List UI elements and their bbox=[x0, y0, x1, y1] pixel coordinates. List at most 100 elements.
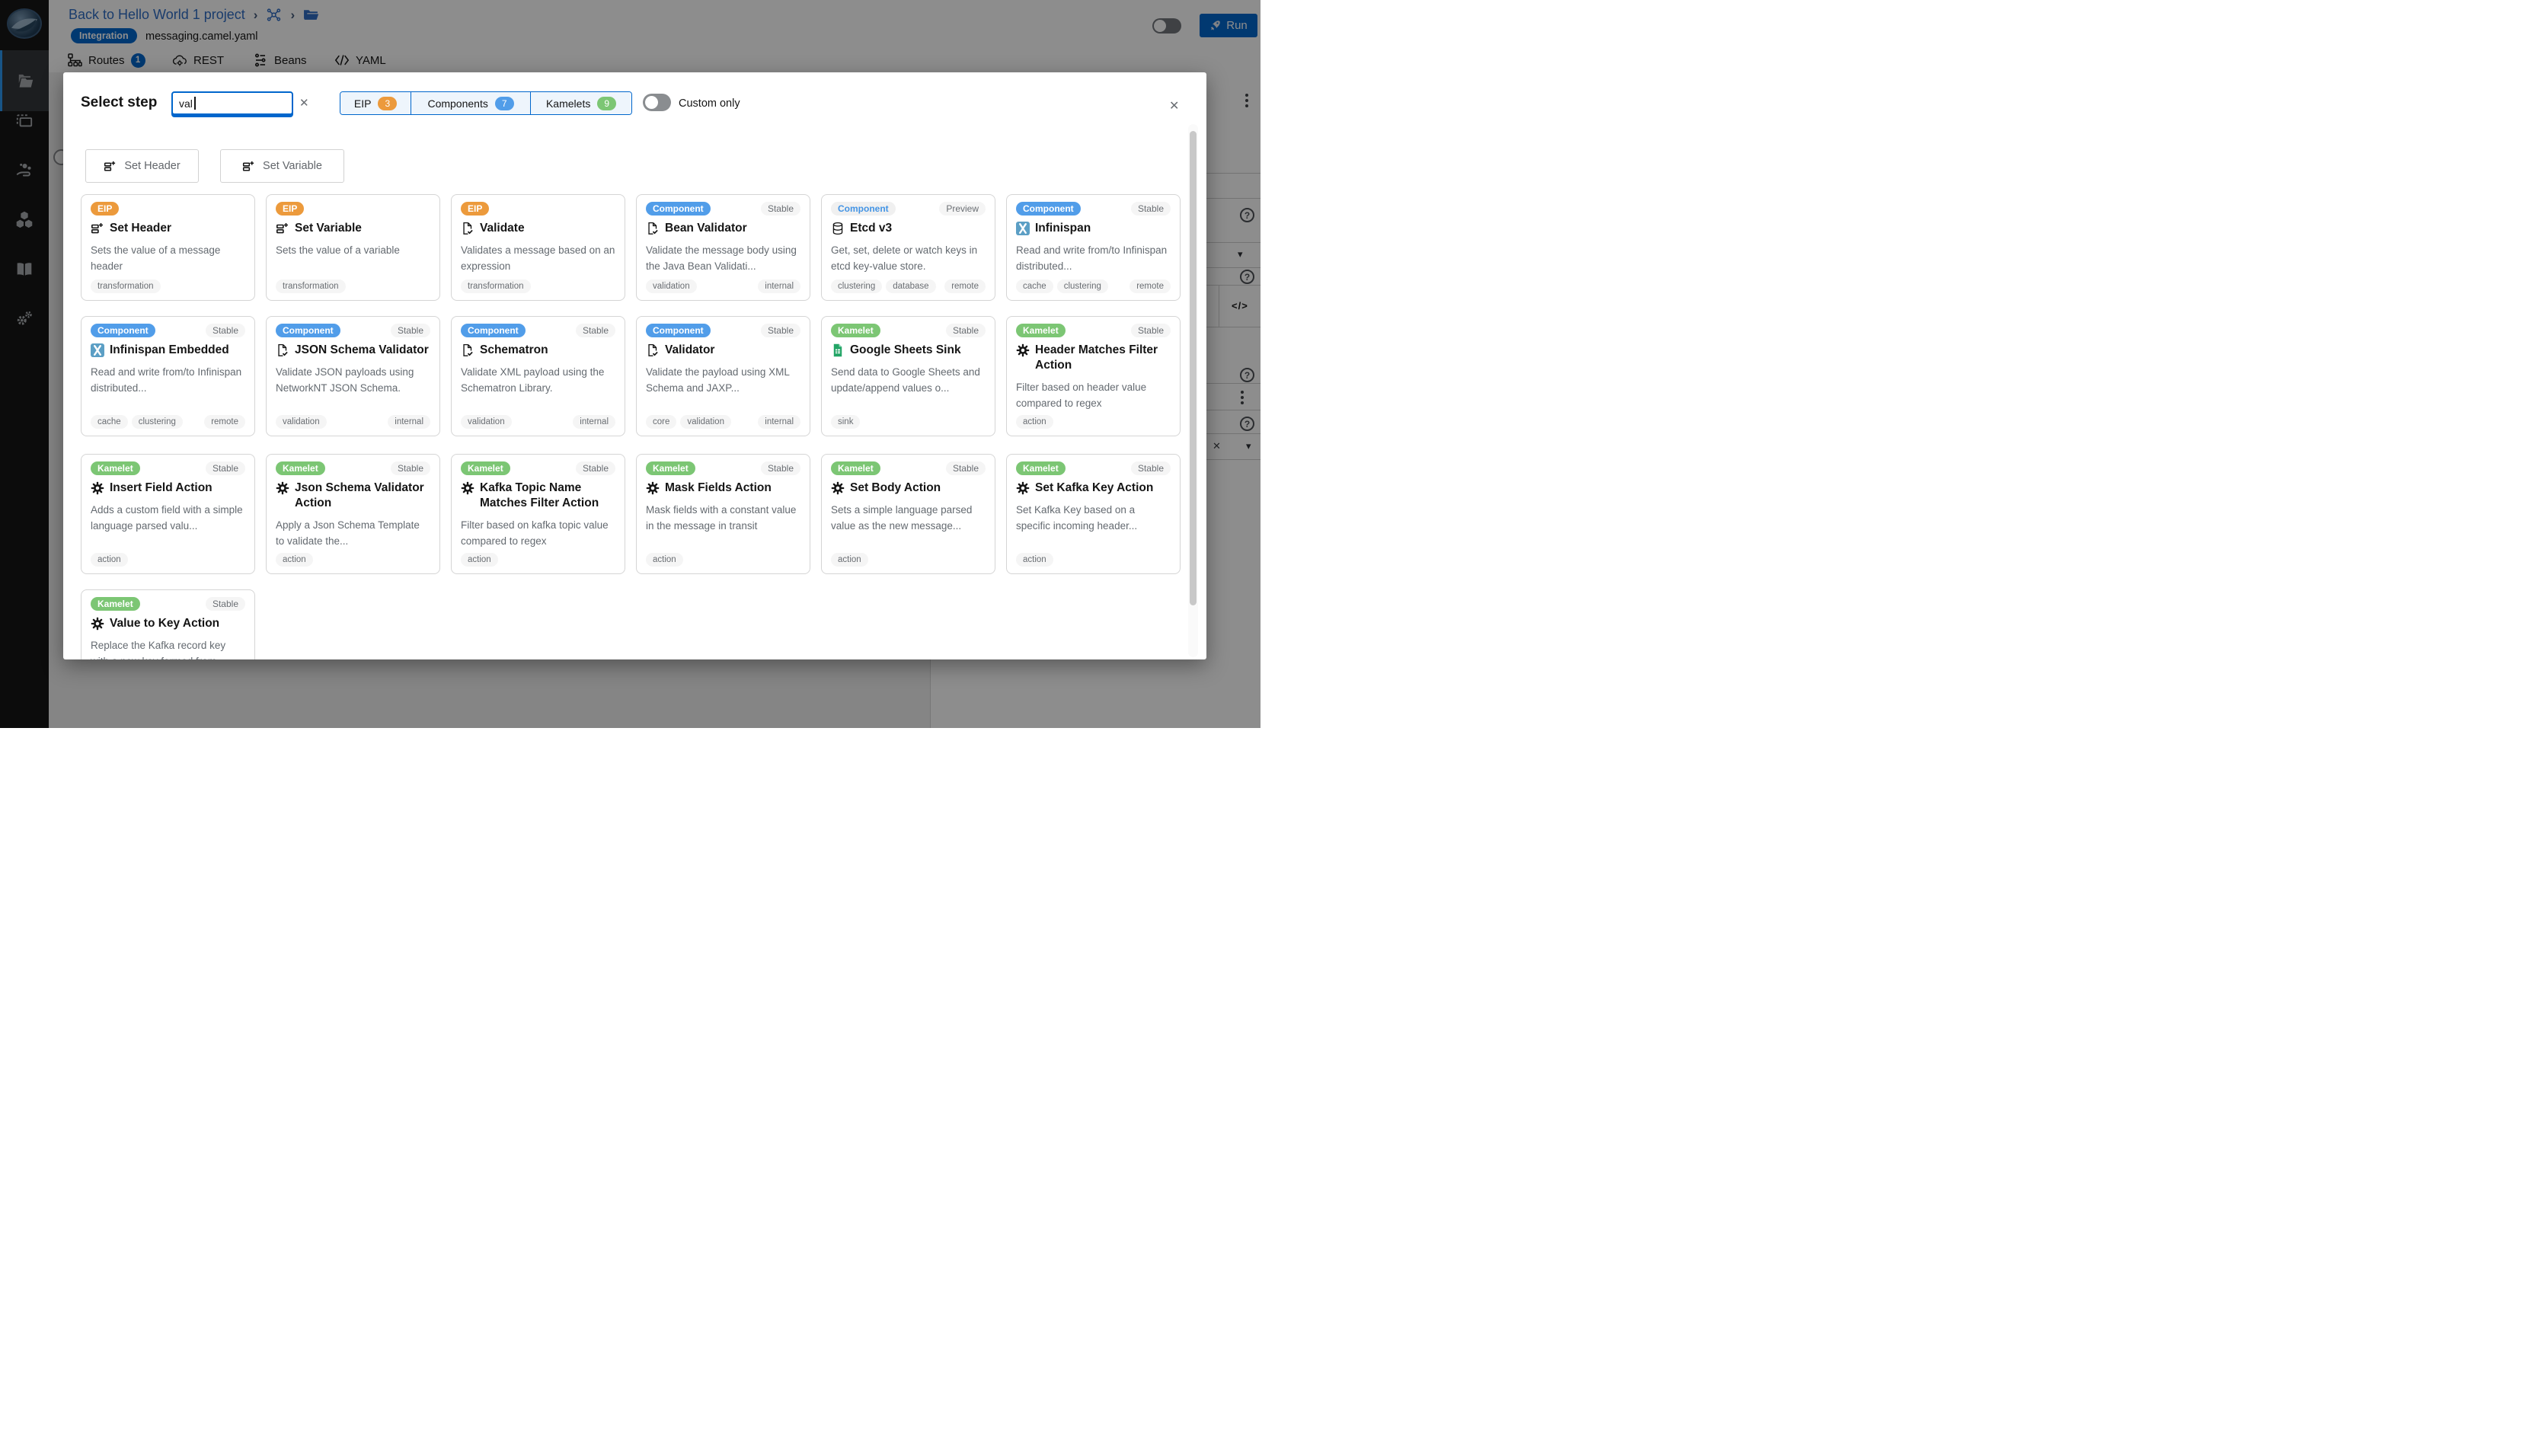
card-label: cache bbox=[91, 415, 128, 429]
card-label: cache bbox=[1016, 279, 1053, 293]
step-card[interactable]: ComponentStableInfinispan EmbeddedRead a… bbox=[81, 316, 255, 436]
card-title: Set Variable bbox=[295, 221, 362, 236]
card-description: Sets the value of a variable bbox=[276, 242, 430, 258]
step-card[interactable]: KameletStableHeader Matches Filter Actio… bbox=[1006, 316, 1181, 436]
card-description: Read and write from/to Infinispan distri… bbox=[1016, 242, 1171, 274]
set-header-icon bbox=[242, 160, 255, 173]
card-type-badge: Component bbox=[646, 202, 711, 216]
filter-eip[interactable]: EIP3 bbox=[340, 92, 411, 114]
card-title: Value to Key Action bbox=[110, 616, 219, 631]
card-header: ComponentStable bbox=[646, 324, 800, 337]
card-label: sink bbox=[831, 415, 860, 429]
doc-check-icon bbox=[276, 343, 289, 357]
scrollbar-thumb[interactable] bbox=[1190, 131, 1197, 605]
card-type-badge: Kamelet bbox=[1016, 324, 1066, 337]
card-labels: validationinternal bbox=[276, 415, 430, 429]
card-title-row: Kafka Topic Name Matches Filter Action bbox=[461, 481, 615, 511]
card-title-row: Validator bbox=[646, 343, 800, 358]
card-label: transformation bbox=[461, 279, 531, 293]
card-labels: validationinternal bbox=[646, 279, 800, 293]
card-label: validation bbox=[646, 279, 697, 293]
step-card[interactable]: ComponentStableSchematronValidate XML pa… bbox=[451, 316, 625, 436]
step-card[interactable]: ComponentStableJSON Schema ValidatorVali… bbox=[266, 316, 440, 436]
custom-only-toggle[interactable] bbox=[643, 94, 671, 111]
step-card[interactable]: ComponentPreviewEtcd v3Get, set, delete … bbox=[821, 194, 995, 301]
set-variable-button[interactable]: Set Variable bbox=[220, 149, 344, 183]
card-description: Replace the Kafka record key with a new … bbox=[91, 637, 245, 659]
card-title: Json Schema Validator Action bbox=[295, 481, 430, 511]
card-title: Google Sheets Sink bbox=[850, 343, 961, 358]
step-card[interactable]: KameletStableValue to Key ActionReplace … bbox=[81, 589, 255, 659]
card-labels: action bbox=[646, 553, 800, 567]
set-header-button[interactable]: Set Header bbox=[85, 149, 199, 183]
card-header: KameletStable bbox=[461, 461, 615, 475]
step-card[interactable]: KameletStableJson Schema Validator Actio… bbox=[266, 454, 440, 574]
text-caret bbox=[194, 97, 196, 110]
card-title-row: JSON Schema Validator bbox=[276, 343, 430, 358]
card-title: Mask Fields Action bbox=[665, 481, 772, 496]
support-level-badge: Stable bbox=[761, 324, 800, 337]
search-input[interactable] bbox=[171, 91, 293, 115]
step-card[interactable]: KameletStableSet Kafka Key ActionSet Kaf… bbox=[1006, 454, 1181, 574]
clear-search-button[interactable]: ✕ bbox=[299, 96, 309, 110]
infinispan-icon bbox=[1016, 222, 1030, 235]
card-labels: action bbox=[831, 553, 986, 567]
card-type-badge: Component bbox=[1016, 202, 1081, 216]
step-card[interactable]: EIPSet HeaderSets the value of a message… bbox=[81, 194, 255, 301]
card-type-badge: EIP bbox=[461, 202, 489, 216]
support-level-badge: Stable bbox=[206, 324, 245, 337]
card-label: database bbox=[886, 279, 935, 293]
step-card[interactable]: KameletStableGoogle Sheets SinkSend data… bbox=[821, 316, 995, 436]
card-header: EIP bbox=[461, 202, 615, 216]
card-type-badge: EIP bbox=[91, 202, 119, 216]
filter-components[interactable]: Components7 bbox=[411, 92, 530, 114]
step-card[interactable]: KameletStableInsert Field ActionAdds a c… bbox=[81, 454, 255, 574]
filter-label: Components bbox=[427, 97, 487, 110]
sheets-icon bbox=[831, 343, 845, 357]
card-header: ComponentStable bbox=[646, 202, 800, 216]
card-description: Validate JSON payloads using NetworkNT J… bbox=[276, 364, 430, 396]
card-label: clustering bbox=[831, 279, 882, 293]
card-label: validation bbox=[276, 415, 327, 429]
card-title: Bean Validator bbox=[665, 221, 747, 236]
filter-kamelets[interactable]: Kamelets9 bbox=[530, 92, 631, 114]
card-label: action bbox=[461, 553, 498, 567]
card-title-row: Infinispan bbox=[1016, 221, 1171, 236]
card-title-row: Infinispan Embedded bbox=[91, 343, 245, 358]
card-header: KameletStable bbox=[1016, 461, 1171, 475]
step-card[interactable]: KameletStableMask Fields ActionMask fiel… bbox=[636, 454, 810, 574]
step-card[interactable]: ComponentStableValidatorValidate the pay… bbox=[636, 316, 810, 436]
card-type-badge: Component bbox=[831, 202, 896, 216]
card-header: KameletStable bbox=[831, 461, 986, 475]
card-title-row: Validate bbox=[461, 221, 615, 236]
step-card[interactable]: KameletStable Kafka Topic Name Matches Fi… bbox=[451, 454, 625, 574]
step-card[interactable]: KameletStableSet Body ActionSets a simpl… bbox=[821, 454, 995, 574]
card-title-row: Etcd v3 bbox=[831, 221, 986, 236]
step-card[interactable]: ComponentStableBean ValidatorValidate th… bbox=[636, 194, 810, 301]
database-icon bbox=[831, 222, 845, 235]
modal-close-button[interactable]: ✕ bbox=[1169, 98, 1179, 113]
set-header-icon bbox=[276, 222, 289, 235]
support-level-badge: Stable bbox=[391, 461, 430, 475]
step-card[interactable]: EIPSet VariableSets the value of a varia… bbox=[266, 194, 440, 301]
card-type-badge: Kamelet bbox=[1016, 461, 1066, 475]
card-labels: cacheclusteringremote bbox=[91, 415, 245, 429]
card-labels: action bbox=[91, 553, 245, 567]
toggle-knob bbox=[645, 96, 658, 109]
step-card[interactable]: EIPValidateValidates a message based on … bbox=[451, 194, 625, 301]
step-card[interactable]: ComponentStable Infinispan Read and write … bbox=[1006, 194, 1181, 301]
infinispan-icon bbox=[91, 343, 104, 357]
card-header: ComponentStable bbox=[1016, 202, 1171, 216]
card-description: Apply a Json Schema Template to validate… bbox=[276, 517, 430, 549]
card-labels: sink bbox=[831, 415, 986, 429]
card-title: Etcd v3 bbox=[850, 221, 892, 236]
support-level-badge: Stable bbox=[946, 461, 986, 475]
card-labels: action bbox=[1016, 415, 1171, 429]
doc-check-icon bbox=[646, 343, 660, 357]
card-description: Read and write from/to Infinispan distri… bbox=[91, 364, 245, 396]
doc-check-icon bbox=[461, 222, 474, 235]
card-title-row: Set Variable bbox=[276, 221, 430, 236]
card-labels: action bbox=[1016, 553, 1171, 567]
card-header: ComponentPreview bbox=[831, 202, 986, 216]
card-title-row: Set Body Action bbox=[831, 481, 986, 496]
